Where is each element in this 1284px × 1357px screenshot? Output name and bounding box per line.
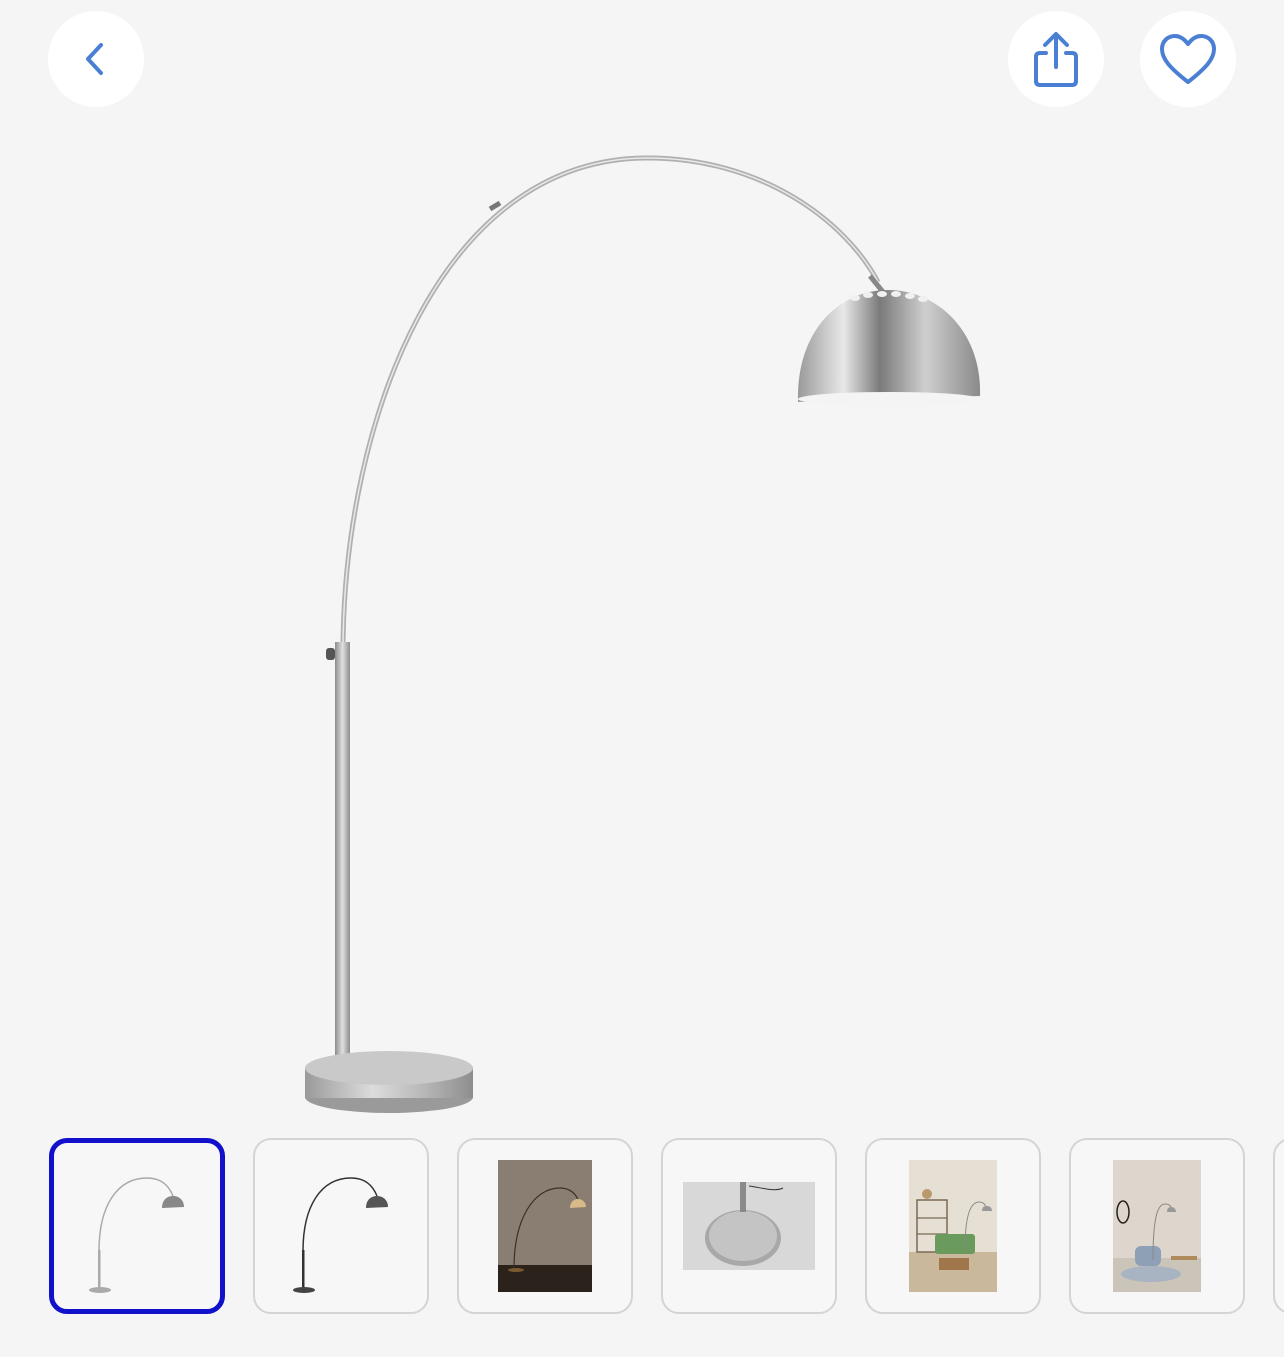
favorite-button[interactable] [1140, 11, 1236, 107]
lamp-dark-room-thumbnail-image [498, 1160, 592, 1292]
lamp-living-room-grey-chair-thumbnail-image [1113, 1160, 1201, 1292]
thumbnail-lamp-living-room-green-sofa[interactable] [865, 1138, 1041, 1314]
thumbnail-lamp-silver[interactable] [49, 1138, 225, 1314]
lamp-black-thumbnail-image [293, 1177, 388, 1293]
thumbnail-more[interactable] [1273, 1138, 1284, 1314]
lamp-living-room-green-sofa-thumbnail-image [909, 1160, 997, 1292]
thumbnail-lamp-base-detail[interactable] [661, 1138, 837, 1314]
back-button[interactable] [48, 11, 144, 107]
product-main-image[interactable] [0, 120, 1284, 1130]
thumbnail-gallery[interactable] [0, 1138, 1284, 1320]
chevron-left-icon [86, 43, 103, 75]
thumbnail-lamp-black[interactable] [253, 1138, 429, 1314]
thumbnail-lamp-dark-room[interactable] [457, 1138, 633, 1314]
lamp-base-detail-thumbnail-image [683, 1182, 815, 1270]
thumbnail-lamp-living-room-grey-chair[interactable] [1069, 1138, 1245, 1314]
lamp-silver-thumbnail-image [89, 1177, 184, 1293]
heart-icon [1160, 34, 1216, 84]
arc-floor-lamp-image [305, 155, 981, 1113]
share-button[interactable] [1008, 11, 1104, 107]
share-icon [1034, 32, 1078, 87]
